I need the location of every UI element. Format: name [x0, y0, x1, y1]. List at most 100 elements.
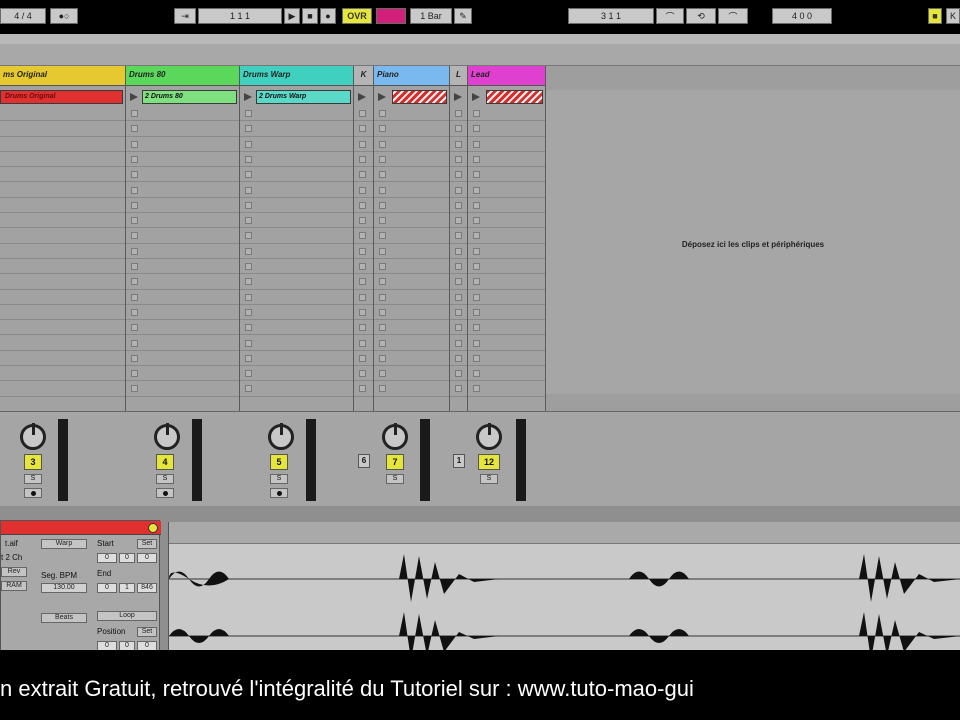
clip-launch-icon[interactable]: [358, 93, 366, 101]
track-activator[interactable]: 7: [386, 454, 404, 470]
clip-slot-empty[interactable]: [468, 183, 545, 198]
clip-slot-empty[interactable]: [450, 137, 467, 152]
clip-stop-icon[interactable]: [379, 370, 386, 378]
clip-slot-empty[interactable]: [468, 351, 545, 367]
clip-slot-empty[interactable]: [450, 244, 467, 259]
clip-stop-icon[interactable]: [245, 186, 252, 194]
clip-stop-icon[interactable]: [131, 186, 138, 194]
clip-slot-empty[interactable]: [374, 351, 449, 367]
clip-slot-empty[interactable]: [126, 305, 239, 321]
clip-slot-empty[interactable]: [126, 290, 239, 305]
clip-slot-empty[interactable]: [126, 274, 239, 290]
clip-slot-empty[interactable]: [374, 290, 449, 305]
clip-stop-icon[interactable]: [379, 217, 386, 225]
clip-stop-icon[interactable]: [245, 263, 252, 270]
clip-slot-empty[interactable]: [468, 259, 545, 275]
clip-stop-icon[interactable]: [359, 370, 366, 378]
clip-slot-empty[interactable]: [240, 121, 353, 137]
start-tick[interactable]: 0: [137, 553, 157, 563]
clip-slot-empty[interactable]: [468, 305, 545, 321]
clip-activator[interactable]: [148, 523, 158, 533]
clip-stop-icon[interactable]: [245, 171, 252, 179]
clip-stop-icon[interactable]: [379, 140, 386, 148]
solo-button[interactable]: S: [24, 474, 42, 484]
clip-slot-empty[interactable]: [374, 121, 449, 137]
clip-slot-empty[interactable]: [450, 305, 467, 321]
clip-slot-empty[interactable]: [450, 351, 467, 367]
clip-stop-icon[interactable]: [131, 308, 138, 316]
clip-slot-empty[interactable]: [0, 183, 125, 198]
solo-button[interactable]: S: [270, 474, 288, 484]
clip-slot-empty[interactable]: [374, 305, 449, 321]
track-activator[interactable]: 4: [156, 454, 174, 470]
clip-slot-armed[interactable]: [486, 90, 543, 104]
clip-stop-icon[interactable]: [473, 171, 480, 179]
clip-slot-empty[interactable]: [374, 259, 449, 275]
clip-slot-empty[interactable]: [450, 121, 467, 137]
warp-mode-select[interactable]: Beats: [41, 613, 87, 623]
clip-stop-icon[interactable]: [359, 217, 366, 225]
clip-stop-icon[interactable]: [455, 201, 462, 209]
clip-stop-icon[interactable]: [131, 339, 138, 347]
clip-stop-icon[interactable]: [473, 217, 480, 225]
clip-stop-icon[interactable]: [455, 232, 462, 240]
clip-stop-icon[interactable]: [359, 155, 366, 163]
clip-slot-empty[interactable]: [468, 290, 545, 305]
clip-slot-empty[interactable]: [126, 152, 239, 168]
clip-slot-empty[interactable]: [450, 167, 467, 183]
solo-button[interactable]: S: [386, 474, 404, 484]
clip-stop-icon[interactable]: [455, 110, 462, 117]
clip-slot-empty[interactable]: [126, 198, 239, 214]
end-tick[interactable]: 846: [137, 583, 157, 593]
clip-stop-icon[interactable]: [359, 232, 366, 240]
clip-slot-empty[interactable]: [450, 106, 467, 122]
clip-slot-empty[interactable]: [354, 351, 373, 367]
clip-stop-icon[interactable]: [131, 110, 138, 117]
clip-stop-icon[interactable]: [455, 278, 462, 286]
clip-stop-icon[interactable]: [131, 278, 138, 286]
clip-slot-empty[interactable]: [468, 213, 545, 229]
clip-launch-icon[interactable]: [454, 93, 462, 101]
time-signature[interactable]: 4 / 4: [0, 8, 46, 24]
clip-slot-empty[interactable]: [354, 320, 373, 336]
clip-slot-filled[interactable]: Drums Original: [0, 90, 123, 104]
clip-slot-empty[interactable]: [0, 290, 125, 305]
clip-slot-empty[interactable]: [126, 381, 239, 397]
clip-title-bar[interactable]: [1, 521, 161, 535]
clip-stop-icon[interactable]: [473, 308, 480, 316]
midi-map-button[interactable]: ■: [928, 8, 942, 24]
clip-stop-icon[interactable]: [245, 201, 252, 209]
clip-slot-empty[interactable]: [126, 167, 239, 183]
clip-stop-icon[interactable]: [131, 293, 138, 301]
clip-stop-icon[interactable]: [473, 247, 480, 255]
track-activator[interactable]: 12: [478, 454, 500, 470]
clip-stop-icon[interactable]: [245, 370, 252, 378]
clip-stop-icon[interactable]: [379, 110, 386, 117]
clip-slot-empty[interactable]: [354, 183, 373, 198]
clip-slot-empty[interactable]: [468, 244, 545, 259]
overdub-button[interactable]: OVR: [342, 8, 372, 24]
clip-slot-empty[interactable]: [354, 137, 373, 152]
clip-stop-icon[interactable]: [245, 140, 252, 148]
clip-stop-icon[interactable]: [359, 324, 366, 332]
clip-slot-empty[interactable]: [354, 228, 373, 244]
clip-slot-empty[interactable]: [240, 167, 353, 183]
clip-stop-icon[interactable]: [473, 293, 480, 301]
clip-slot-empty[interactable]: [374, 336, 449, 351]
clip-slot-empty[interactable]: [374, 106, 449, 122]
clip-slot-empty[interactable]: [0, 198, 125, 214]
track-header[interactable]: ms Original: [0, 66, 125, 86]
loop-start[interactable]: 3 1 1: [568, 8, 654, 24]
clip-slot-empty[interactable]: [468, 106, 545, 122]
clip-slot-empty[interactable]: [126, 259, 239, 275]
clip-slot-empty[interactable]: [374, 366, 449, 382]
clip-stop-icon[interactable]: [455, 186, 462, 194]
clip-stop-icon[interactable]: [473, 370, 480, 378]
clip-slot-empty[interactable]: [450, 336, 467, 351]
loop-length[interactable]: 4 0 0: [772, 8, 832, 24]
track-header[interactable]: K: [354, 66, 373, 86]
clip-slot-empty[interactable]: [468, 198, 545, 214]
clip-slot-empty[interactable]: [354, 366, 373, 382]
clip-slot-empty[interactable]: [450, 228, 467, 244]
clip-slot-empty[interactable]: [126, 137, 239, 152]
